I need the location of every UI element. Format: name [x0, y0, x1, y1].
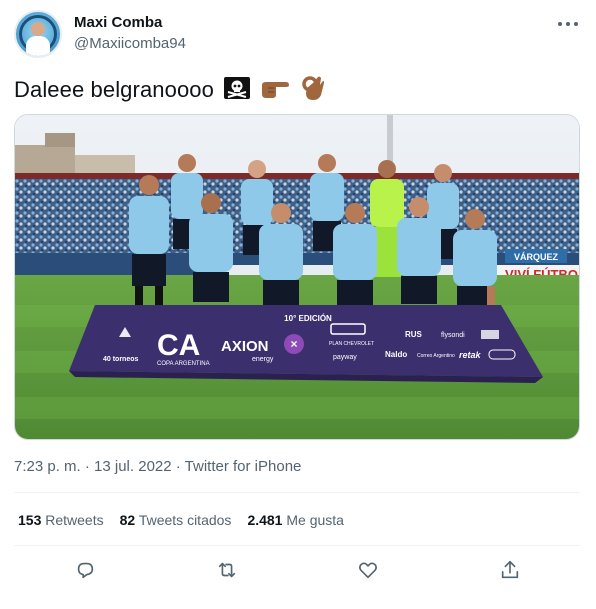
author-handle[interactable]: @Maxiicomba94: [74, 35, 186, 52]
avatar[interactable]: [14, 10, 62, 58]
divider-top: [14, 492, 580, 493]
quotes-count: 82: [119, 512, 136, 528]
tweet-stats: 153 Retweets 82 Tweets citados 2.481 Me …: [18, 512, 344, 528]
likes-stat[interactable]: 2.481 Me gusta: [247, 512, 344, 528]
reply-icon[interactable]: [70, 555, 100, 585]
quotes-label: Tweets citados: [138, 512, 232, 528]
share-icon[interactable]: [495, 555, 525, 585]
pointing-right-hand-icon: [260, 77, 290, 105]
banner-sponsor-flybondi: flysondi: [441, 332, 465, 339]
banner-sponsor-energy: energy: [252, 356, 274, 363]
tweet-text: Daleee belgranoooo: [14, 75, 325, 107]
banner-sponsor-rus: RUS: [405, 330, 423, 339]
tweet-text-content: Daleee belgranoooo: [14, 76, 214, 102]
sponsor-banner: 10° EDICIÓN CA COPA ARGENTINA AXION ener…: [69, 305, 543, 383]
tweet-actions: [0, 555, 596, 585]
banner-sponsor-axion: AXION: [221, 338, 269, 355]
banner-sponsor-naldo: Naldo: [385, 350, 407, 359]
retweets-label: Retweets: [45, 512, 104, 528]
banner-sponsor-retak: retak: [459, 350, 482, 360]
banner-sponsor-correo: Correo Argentino: [417, 353, 455, 359]
banner-sponsor-payway: payway: [333, 354, 357, 361]
more-options-icon[interactable]: [556, 16, 580, 32]
quotes-stat[interactable]: 82 Tweets citados: [120, 512, 232, 528]
likes-count: 2.481: [247, 512, 283, 528]
retweet-icon[interactable]: [212, 555, 242, 585]
banner-sponsor-chevrolet: PLAN CHEVROLET: [329, 341, 374, 347]
retweets-count: 153: [18, 512, 42, 528]
banner-sponsor-ca: CA: [157, 329, 200, 362]
divider-bottom: [14, 545, 580, 546]
ad-board-text-2: VÁRQUEZ: [514, 252, 559, 262]
tweet-timestamp[interactable]: 7:23 p. m. · 13 jul. 2022 · Twitter for …: [14, 458, 301, 475]
avatar-face: [31, 22, 45, 36]
skull-crossbones-icon: [224, 77, 251, 105]
retweets-stat[interactable]: 153 Retweets: [18, 512, 104, 528]
banner-edition: 10° EDICIÓN: [284, 314, 332, 323]
author-name[interactable]: Maxi Comba: [74, 14, 162, 31]
banner-sponsor-copa: COPA ARGENTINA: [157, 361, 210, 367]
tweet-header: Maxi Comba @Maxiicomba94: [14, 10, 582, 58]
like-icon[interactable]: [353, 555, 383, 585]
tweet-photo[interactable]: VIVÍ FÚTBO VÁRQUEZ 10° EDICIÓN CA COPA A…: [14, 114, 580, 440]
avatar-body: [26, 36, 50, 56]
likes-label: Me gusta: [286, 512, 344, 528]
svg-text:×: ×: [290, 337, 297, 351]
banner-sponsor-40torneos: 40 torneos: [103, 356, 139, 363]
ok-hand-icon: [301, 75, 325, 107]
